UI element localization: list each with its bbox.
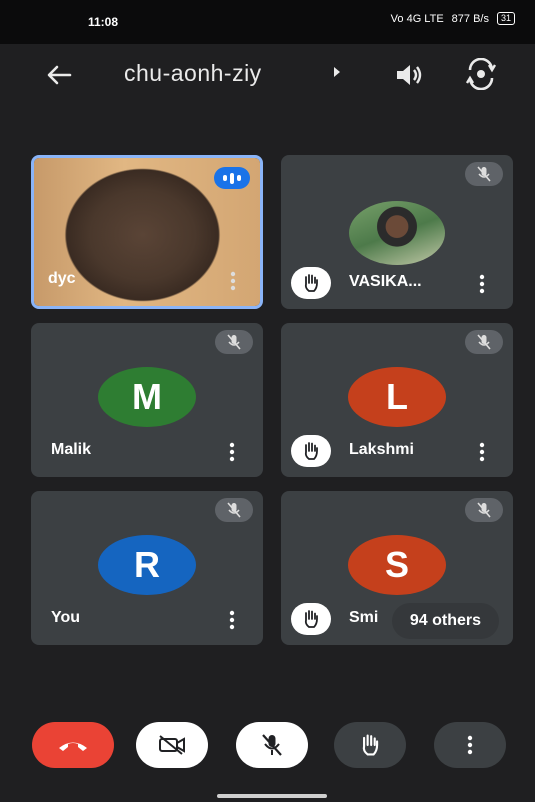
muted-mic-icon: [215, 330, 253, 354]
camera-off-icon: [159, 735, 185, 755]
mic-off-icon: [262, 734, 282, 756]
participant-tile-you[interactable]: R You: [31, 491, 263, 645]
others-count-button[interactable]: 94 others: [391, 603, 499, 639]
network-speed: 877 B/s: [451, 12, 489, 25]
meeting-info-caret-icon[interactable]: [334, 67, 340, 77]
participant-name: Smi: [349, 609, 379, 626]
participant-tile-dyc[interactable]: dyc: [31, 155, 263, 309]
more-options-button[interactable]: [434, 722, 506, 768]
participant-name: dyc: [48, 270, 76, 287]
muted-mic-icon: [465, 162, 503, 186]
muted-mic-icon: [215, 498, 253, 522]
participant-tile-smi[interactable]: S Smi 94 others: [281, 491, 513, 645]
participant-initial-avatar: R: [98, 535, 196, 595]
end-call-button[interactable]: [32, 722, 114, 768]
switch-camera-icon[interactable]: [464, 58, 498, 90]
home-indicator[interactable]: [217, 794, 327, 798]
status-icons: Vo 4G LTE 877 B/s 31: [391, 12, 515, 25]
raised-hand-icon: [291, 267, 331, 299]
more-options-icon[interactable]: [477, 441, 487, 463]
microphone-toggle-button[interactable]: [236, 722, 308, 768]
participant-tile-vasika[interactable]: VASIKA...: [281, 155, 513, 309]
participant-tile-malik[interactable]: M Malik: [31, 323, 263, 477]
participant-photo-avatar: [349, 201, 445, 265]
more-options-icon[interactable]: [477, 273, 487, 295]
muted-mic-icon: [465, 330, 503, 354]
network-indicator: Vo 4G LTE: [390, 12, 444, 25]
participant-name: Malik: [51, 441, 92, 458]
participant-initial-avatar: L: [348, 367, 446, 427]
battery-icon: 31: [496, 12, 515, 25]
status-bar: 11:08 Vo 4G LTE 877 B/s 31: [0, 0, 535, 44]
raised-hand-icon: [291, 603, 331, 635]
meeting-header: chu-aonh-ziy: [0, 44, 535, 104]
meeting-code[interactable]: chu-aonh-ziy: [124, 60, 262, 87]
more-options-icon[interactable]: [228, 270, 238, 292]
raise-hand-button[interactable]: [334, 722, 406, 768]
participant-tile-lakshmi[interactable]: L Lakshmi: [281, 323, 513, 477]
raise-hand-icon: [362, 734, 379, 756]
participant-initial-avatar: M: [98, 367, 196, 427]
back-arrow-icon[interactable]: [44, 60, 74, 90]
participant-initial-avatar: S: [348, 535, 446, 595]
muted-mic-icon: [465, 498, 503, 522]
more-vertical-icon: [467, 735, 473, 755]
participant-name: VASIKA...: [349, 273, 422, 290]
camera-toggle-button[interactable]: [136, 722, 208, 768]
more-options-icon[interactable]: [227, 609, 237, 631]
raised-hand-icon: [291, 435, 331, 467]
speaking-indicator-icon: [214, 167, 250, 189]
more-options-icon[interactable]: [227, 441, 237, 463]
speaker-icon[interactable]: [394, 62, 424, 88]
participant-name: You: [51, 609, 81, 626]
call-controls: [0, 722, 535, 772]
participant-name: Lakshmi: [349, 441, 414, 458]
status-time: 11:08: [88, 15, 119, 29]
hang-up-icon: [59, 742, 87, 751]
